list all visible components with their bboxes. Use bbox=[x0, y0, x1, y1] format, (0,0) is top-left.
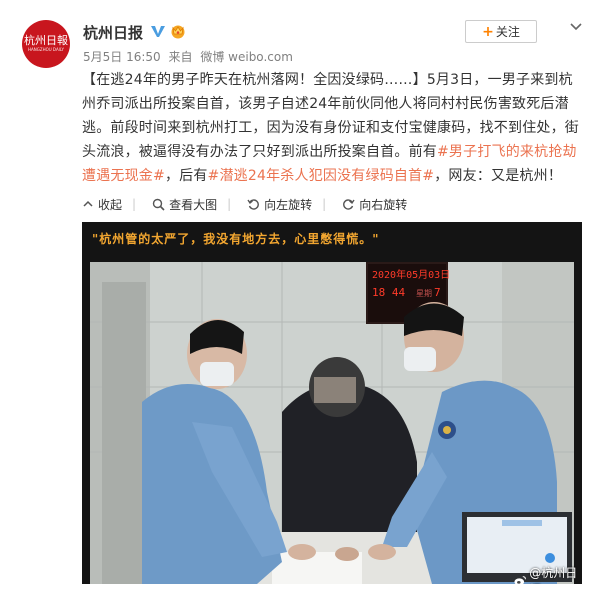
police-station-photo: 2020年05月03日 18 44 星期 7 bbox=[90, 262, 574, 584]
collapse-icon bbox=[83, 200, 93, 207]
hashtag-link[interactable]: #潜逃24年杀人犯因没有绿码自首# bbox=[208, 168, 435, 184]
rotate-left-icon bbox=[247, 198, 260, 210]
post-meta: 5月5日 16:50 来自 微博 weibo.com bbox=[83, 48, 297, 65]
verified-badge-icon[interactable] bbox=[150, 23, 166, 39]
post-text: 【在逃24年的男子昨天在杭州落网！全因没绿码……】5月3日，一男子来到杭州乔司派… bbox=[82, 68, 582, 188]
magnifier-icon bbox=[152, 198, 165, 211]
view-large-label: 查看大图 bbox=[169, 197, 218, 212]
plus-icon: + bbox=[482, 23, 494, 40]
account-name[interactable]: 杭州日报 bbox=[83, 22, 143, 43]
watermark-text: @杭州日报 bbox=[529, 566, 578, 584]
follow-button[interactable]: + 关注 bbox=[465, 20, 537, 43]
post-text-part3: ，网友：又是杭州！ bbox=[434, 168, 563, 184]
post-header: 杭州日報 HANGZHOU DAILY 杭州日报 5月5日 16:50 来自 微… bbox=[22, 20, 582, 68]
post-text-part2: ，后有 bbox=[164, 168, 208, 184]
rotate-right-label: 向右旋转 bbox=[359, 197, 408, 212]
rotate-right-icon bbox=[343, 198, 355, 210]
image-toolbar: 收起 | 查看大图 | 向左旋转 | 向右旋转 bbox=[82, 194, 482, 214]
avatar-logo-text: 杭州日報 bbox=[24, 34, 68, 47]
follow-label: 关注 bbox=[495, 25, 520, 39]
rotate-left-label: 向左旋转 bbox=[264, 197, 313, 212]
source-prefix: 来自 bbox=[168, 50, 193, 64]
post-date[interactable]: 5月5日 16:50 bbox=[83, 50, 161, 64]
clock-weekday-label: 星期 bbox=[416, 289, 432, 298]
collapse-label: 收起 bbox=[98, 197, 123, 212]
clock-weekday: 7 bbox=[434, 286, 441, 299]
post-source[interactable]: 微博 weibo.com bbox=[200, 50, 293, 64]
image-watermark: @杭州日报 bbox=[514, 564, 582, 584]
collapse-button[interactable]: 收起 | bbox=[82, 196, 136, 213]
clock-date: 2020年05月03日 bbox=[372, 268, 450, 281]
clock-time: 18 44 bbox=[372, 286, 405, 299]
divider: | bbox=[227, 197, 232, 211]
rotate-right-button[interactable]: 向右旋转 bbox=[342, 196, 407, 213]
image-caption-quote: "杭州管的太严了，我没有地方去，心里憋得慌。" bbox=[92, 232, 380, 246]
post-image[interactable]: "杭州管的太严了，我没有地方去，心里憋得慌。" 2020年05月03日 18 4… bbox=[82, 222, 582, 584]
view-large-button[interactable]: 查看大图 | bbox=[152, 196, 231, 213]
rotate-left-button[interactable]: 向左旋转 | bbox=[247, 196, 326, 213]
weibo-icon bbox=[514, 576, 526, 584]
avatar[interactable]: 杭州日報 HANGZHOU DAILY bbox=[22, 20, 70, 68]
avatar-logo-subtext: HANGZHOU DAILY bbox=[28, 47, 64, 52]
chevron-down-icon[interactable] bbox=[569, 20, 583, 34]
divider: | bbox=[322, 197, 327, 211]
divider: | bbox=[132, 197, 137, 211]
vip-crown-icon[interactable] bbox=[169, 23, 187, 39]
